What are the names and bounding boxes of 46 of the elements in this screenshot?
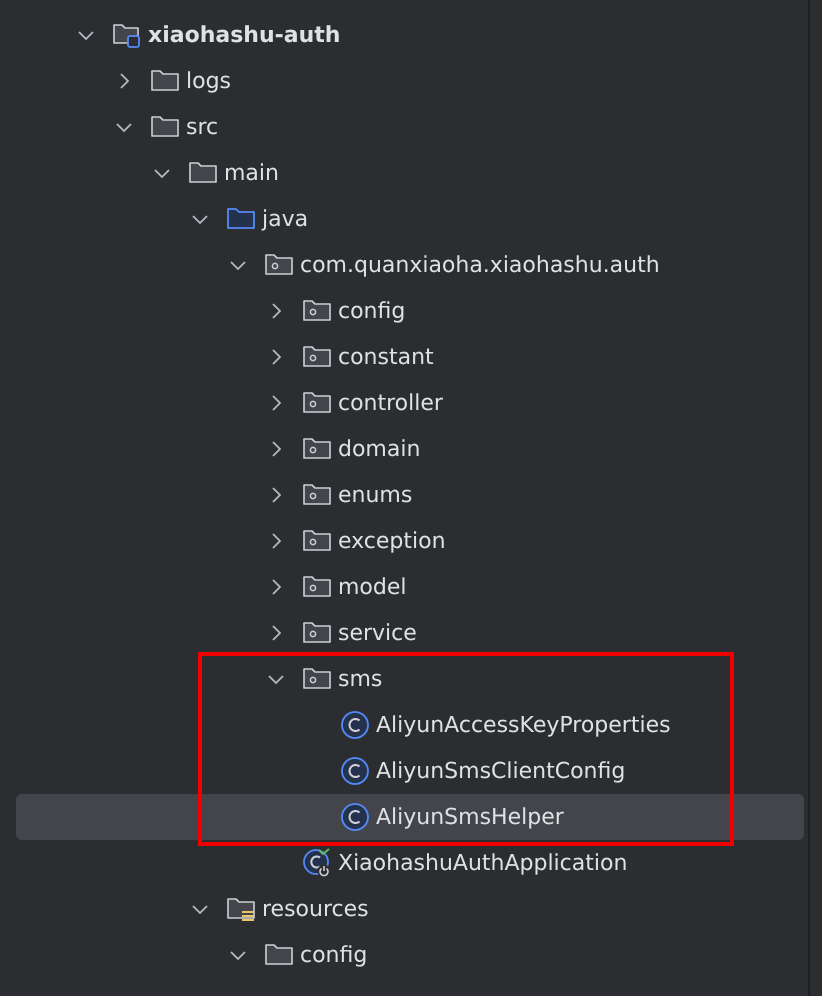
tree-row[interactable]: constant bbox=[16, 334, 804, 380]
class-icon bbox=[340, 756, 370, 786]
tree-row[interactable]: main bbox=[16, 150, 804, 196]
tree-item-label: AliyunAccessKeyProperties bbox=[376, 712, 671, 738]
tree-item-label: AliyunSmsHelper bbox=[376, 804, 564, 830]
tree-row[interactable]: sms bbox=[16, 656, 804, 702]
tree-item-label: domain bbox=[338, 436, 420, 462]
tree-row[interactable]: service bbox=[16, 610, 804, 656]
tree-item-label: service bbox=[338, 620, 417, 646]
tree-row[interactable]: config bbox=[16, 288, 804, 334]
tree-item-label: model bbox=[338, 574, 407, 600]
tree-item-label: enums bbox=[338, 482, 412, 508]
tree-item-label: sms bbox=[338, 666, 382, 692]
tree-row[interactable]: XiaohashuAuthApplication bbox=[16, 840, 804, 886]
tree-row[interactable]: java bbox=[16, 196, 804, 242]
application-class-icon bbox=[302, 848, 332, 878]
tree-item-label: constant bbox=[338, 344, 434, 370]
tree-row[interactable]: enums bbox=[16, 472, 804, 518]
tree-item-label: exception bbox=[338, 528, 446, 554]
tree-row[interactable]: xiaohashu-auth bbox=[16, 12, 804, 58]
tree-row[interactable]: controller bbox=[16, 380, 804, 426]
tree-row[interactable]: domain bbox=[16, 426, 804, 472]
tree-item-label: config bbox=[338, 298, 406, 324]
tree-item-label: resources bbox=[262, 896, 369, 922]
tree-row[interactable]: AliyunSmsHelper bbox=[16, 794, 804, 840]
tree-row[interactable]: exception bbox=[16, 518, 804, 564]
tree-row[interactable]: logs bbox=[16, 58, 804, 104]
tree-item-label: main bbox=[224, 160, 279, 186]
tree-item-label: logs bbox=[186, 68, 231, 94]
tree-item-label: AliyunSmsClientConfig bbox=[376, 758, 626, 784]
class-icon bbox=[340, 710, 370, 740]
tree-row[interactable]: src bbox=[16, 104, 804, 150]
tree-item-label: com.quanxiaoha.xiaohashu.auth bbox=[300, 252, 660, 278]
tree-item-label: config bbox=[300, 942, 368, 968]
tree-item-label: xiaohashu-auth bbox=[148, 22, 340, 48]
tree-row[interactable]: resources bbox=[16, 886, 804, 932]
tree-row[interactable]: config bbox=[16, 932, 804, 978]
tree-item-label: XiaohashuAuthApplication bbox=[338, 850, 628, 876]
tree-row[interactable]: AliyunSmsClientConfig bbox=[16, 748, 804, 794]
tree-row[interactable]: model bbox=[16, 564, 804, 610]
class-icon bbox=[340, 802, 370, 832]
tree-row[interactable]: com.quanxiaoha.xiaohashu.auth bbox=[16, 242, 804, 288]
tree-item-label: controller bbox=[338, 390, 443, 416]
tree-row[interactable]: AliyunAccessKeyProperties bbox=[16, 702, 804, 748]
tree-item-label: java bbox=[262, 206, 308, 232]
tree-item-label: src bbox=[186, 114, 218, 140]
